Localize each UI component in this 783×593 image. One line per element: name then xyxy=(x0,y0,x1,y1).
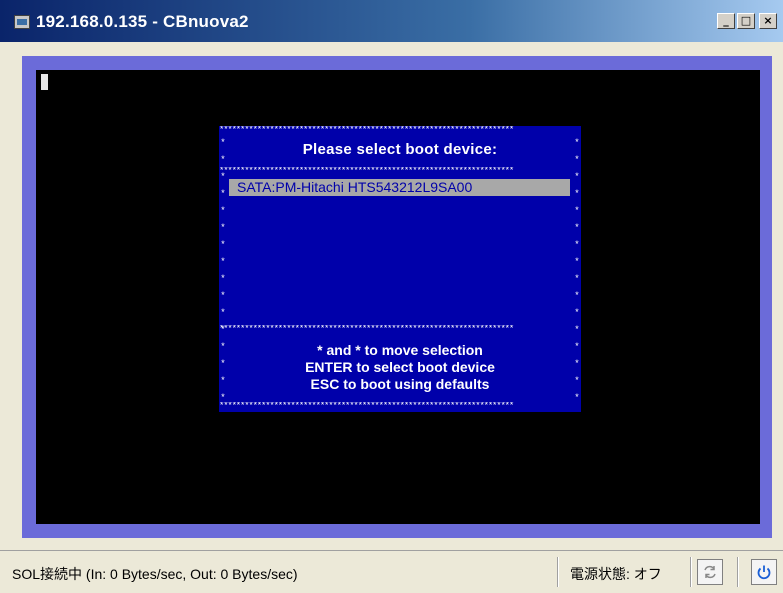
help-enter-select: ENTER to select boot device xyxy=(305,359,495,375)
title-bar[interactable]: 192.168.0.135 - CBnuova2 _ □ × xyxy=(0,0,783,42)
window-title: 192.168.0.135 - CBnuova2 xyxy=(36,12,249,31)
console-window: 192.168.0.135 - CBnuova2 _ □ × *********… xyxy=(0,0,783,593)
status-divider xyxy=(737,557,738,587)
console-app-icon xyxy=(14,15,30,29)
help-esc-defaults: ESC to boot using defaults xyxy=(310,376,490,392)
boot-device-dialog: ****************************************… xyxy=(219,126,581,412)
text-cursor xyxy=(41,74,48,90)
minimize-button[interactable]: _ xyxy=(717,13,735,29)
power-button[interactable] xyxy=(751,559,777,585)
dialog-border-title-divider: ****************************************… xyxy=(219,167,514,176)
dialog-title: Please select boot device: xyxy=(302,141,498,158)
console-frame: ****************************************… xyxy=(22,56,772,538)
connection-status: SOL接続中 (In: 0 Bytes/sec, Out: 0 Bytes/se… xyxy=(12,566,298,582)
power-state-label: 電源状態: オフ xyxy=(570,566,662,582)
refresh-button[interactable] xyxy=(697,559,723,585)
help-move-selection: * and * to move selection xyxy=(317,342,483,358)
dialog-border-left: * * * * * * * * * * * * * * * * xyxy=(220,138,226,403)
refresh-icon xyxy=(704,565,716,579)
dialog-border-right: * * * * * * * * * * * * * * * * xyxy=(574,138,580,403)
status-bar: SOL接続中 (In: 0 Bytes/sec, Out: 0 Bytes/se… xyxy=(0,550,783,593)
close-button[interactable]: × xyxy=(759,13,777,29)
status-divider xyxy=(690,557,691,587)
console-screen[interactable]: ****************************************… xyxy=(36,70,760,524)
power-icon xyxy=(757,565,771,580)
status-divider xyxy=(557,557,558,587)
dialog-border-bottom: ****************************************… xyxy=(219,402,514,411)
boot-device-item[interactable]: SATA:PM-Hitachi HTS543212L9SA00 xyxy=(229,179,570,196)
window-controls: _ □ × xyxy=(717,13,777,29)
dialog-border-top: ****************************************… xyxy=(219,126,514,135)
maximize-button[interactable]: □ xyxy=(737,13,755,29)
dialog-border-list-divider: ****************************************… xyxy=(219,325,514,334)
